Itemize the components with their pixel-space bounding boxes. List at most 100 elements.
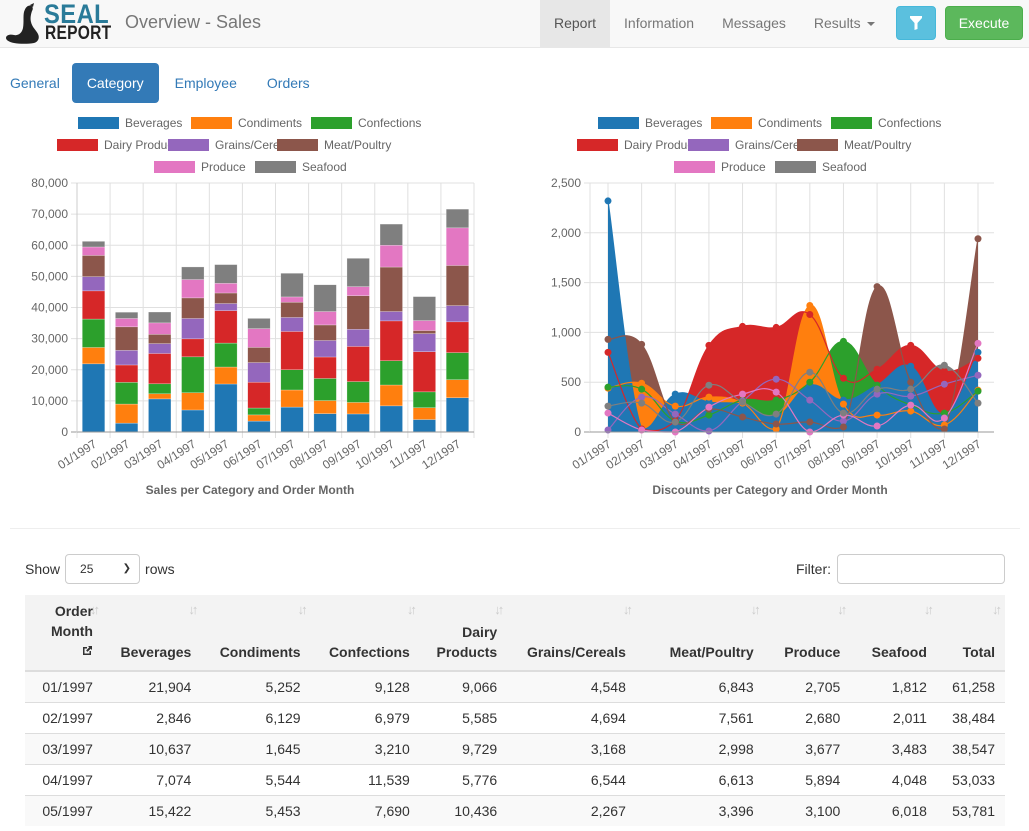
column-header[interactable]: ↓↑ Beverages (102, 595, 202, 672)
bar-segment (379, 245, 403, 268)
bar-segment (280, 296, 304, 303)
legend-item[interactable]: Meat/Poultry (277, 138, 391, 152)
y-tick-label: 80,000 (31, 176, 68, 190)
chevron-down-icon: ❯ (122, 563, 132, 574)
legend-swatch (831, 117, 872, 129)
legend-item[interactable]: Grains/Cereals (168, 138, 295, 152)
sort-icon[interactable]: ↓↑ (924, 600, 934, 620)
legend-item[interactable]: Confections (311, 116, 421, 130)
legend-item[interactable]: Condiments (191, 116, 302, 130)
column-header[interactable]: ↓↑ Total (936, 595, 1005, 672)
value-cell: 6,544 (507, 763, 636, 795)
bar-segment (412, 419, 436, 433)
filter-input[interactable] (837, 554, 1005, 584)
sort-icon[interactable]: ↓↑ (494, 600, 504, 620)
column-header-label: Total (962, 644, 995, 660)
column-header[interactable]: ↓↑ Confections (310, 595, 420, 672)
column-header[interactable]: ↓↑ Condiments (201, 595, 311, 672)
y-tick-label: 60,000 (31, 238, 68, 252)
legend-item[interactable]: Seafood (255, 160, 347, 174)
bar-segment (313, 311, 337, 326)
order-month-cell: 02/1997 (25, 701, 103, 733)
sort-icon[interactable]: ↓↑ (751, 600, 761, 620)
order-month-cell: 03/1997 (25, 732, 103, 764)
sort-icon[interactable]: ↓↑ (407, 600, 417, 620)
sort-icon[interactable]: ↓↑ (837, 600, 847, 620)
sort-icon[interactable]: ↓↑ (298, 600, 308, 620)
y-tick-label: 70,000 (31, 207, 68, 221)
column-header[interactable]: ↓↑ Meat/Poultry (635, 595, 764, 672)
sort-icon[interactable]: ↓↑ (992, 600, 1002, 620)
legend-item[interactable]: Seafood (775, 160, 867, 174)
value-cell: 1,812 (850, 670, 937, 702)
legend-item[interactable]: Condiments (711, 116, 822, 130)
section-divider (10, 528, 1020, 529)
column-header[interactable]: ↓↑ Order Month (25, 595, 103, 672)
legend-item[interactable]: Dairy Products (57, 138, 183, 152)
value-cell: 15,422 (102, 794, 202, 826)
column-header-label: Produce (784, 644, 841, 660)
bar-segment (313, 378, 337, 401)
legend-swatch (78, 117, 119, 129)
bar-segment (445, 352, 469, 380)
y-tick-label: 40,000 (31, 301, 68, 315)
rows-per-page-select[interactable]: 25 ❯ (65, 554, 141, 584)
value-cell: 7,690 (310, 794, 420, 826)
legend-swatch (674, 161, 715, 173)
data-point (772, 388, 780, 396)
tab-general[interactable]: General (0, 63, 70, 103)
legend-item[interactable]: Meat/Poultry (797, 138, 911, 152)
filter-button[interactable] (896, 6, 936, 40)
column-header[interactable]: ↓↑ Produce (763, 595, 851, 672)
bar-segment (115, 364, 139, 383)
bar-segment (412, 320, 436, 331)
bar-segment (148, 398, 172, 433)
legend-item[interactable]: Beverages (78, 116, 182, 130)
sort-icon[interactable]: ↓↑ (188, 600, 198, 620)
legend-item[interactable]: Produce (154, 160, 246, 174)
execute-button[interactable]: Execute (945, 6, 1023, 40)
bar-segment (214, 283, 238, 294)
data-point (604, 197, 612, 205)
data-point (772, 375, 780, 383)
column-header-label: Beverages (120, 644, 192, 660)
nav-item-messages[interactable]: Messages (708, 0, 800, 48)
data-point (739, 390, 747, 398)
nav-item-report[interactable]: Report (540, 0, 611, 48)
data-point (806, 368, 814, 376)
sort-icon[interactable]: ↓↑ (90, 600, 100, 620)
nav-item-label: Results (813, 15, 861, 31)
nav-item-results[interactable]: Results (800, 0, 889, 48)
bar-segment (82, 276, 106, 292)
seal-report-logo[interactable]: SEAL REPORT (4, 0, 116, 46)
column-header[interactable]: ↓↑ Grains/Cereals (507, 595, 636, 672)
nav-item-information[interactable]: Information (610, 0, 708, 48)
bar-segment (379, 360, 403, 386)
bar-segment (214, 303, 238, 311)
legend-swatch (154, 161, 195, 173)
y-tick-label: 2,500 (551, 176, 581, 190)
external-link-icon[interactable] (82, 642, 93, 662)
bar-segment (379, 320, 403, 361)
tab-orders[interactable]: Orders (257, 63, 320, 103)
legend-item[interactable]: Dairy Products (577, 138, 703, 152)
sort-icon[interactable]: ↓↑ (623, 600, 633, 620)
bar-segment (148, 393, 172, 400)
legend-item[interactable]: Confections (831, 116, 941, 130)
value-cell: 38,484 (936, 701, 1005, 733)
legend-item[interactable]: Beverages (598, 116, 702, 130)
bar-segment (148, 334, 172, 344)
legend-item[interactable]: Produce (674, 160, 766, 174)
tab-category[interactable]: Category (71, 63, 159, 103)
legend-swatch (255, 161, 296, 173)
column-header[interactable]: ↓↑ Dairy Products (419, 595, 508, 672)
bar-segment (445, 379, 469, 399)
bar-segment (82, 363, 106, 433)
legend-item[interactable]: Grains/Cereals (688, 138, 815, 152)
tab-employee[interactable]: Employee (165, 63, 247, 103)
table-filter-control: Filter: (796, 554, 1005, 584)
filter-icon (910, 16, 922, 30)
data-point (806, 378, 814, 386)
column-header[interactable]: ↓↑ Seafood (850, 595, 937, 672)
legend-swatch (711, 117, 752, 129)
